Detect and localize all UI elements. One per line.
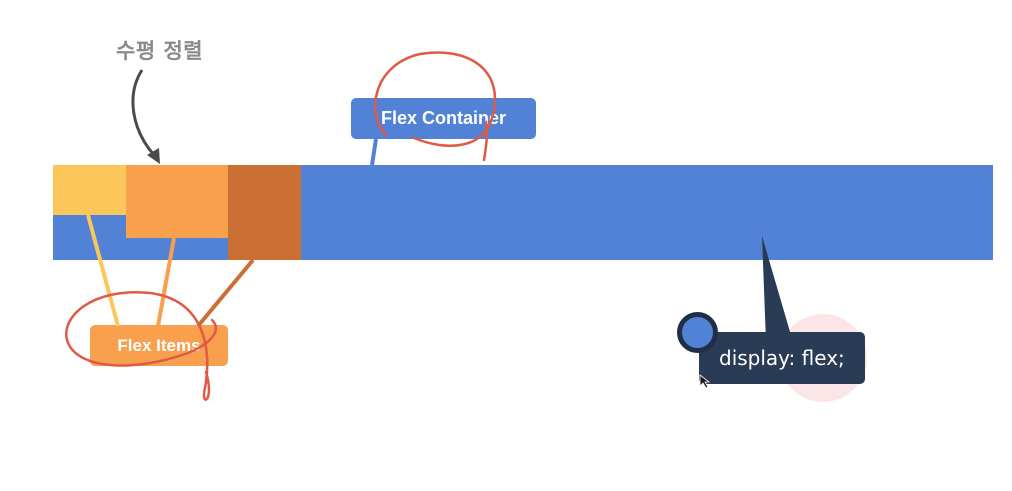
annotation-overlay: [65, 51, 793, 401]
mouse-cursor-icon: [699, 374, 711, 389]
pen-circle-items: [65, 290, 218, 401]
pen-circle-container: [374, 51, 497, 162]
curved-arrow-icon: [131, 69, 160, 164]
item-1-connector: [86, 214, 120, 327]
container-label-connector: [370, 138, 378, 166]
code-callout-pointer: [762, 236, 793, 342]
item-2-connector: [156, 237, 176, 327]
item-3-connector: [196, 258, 255, 328]
